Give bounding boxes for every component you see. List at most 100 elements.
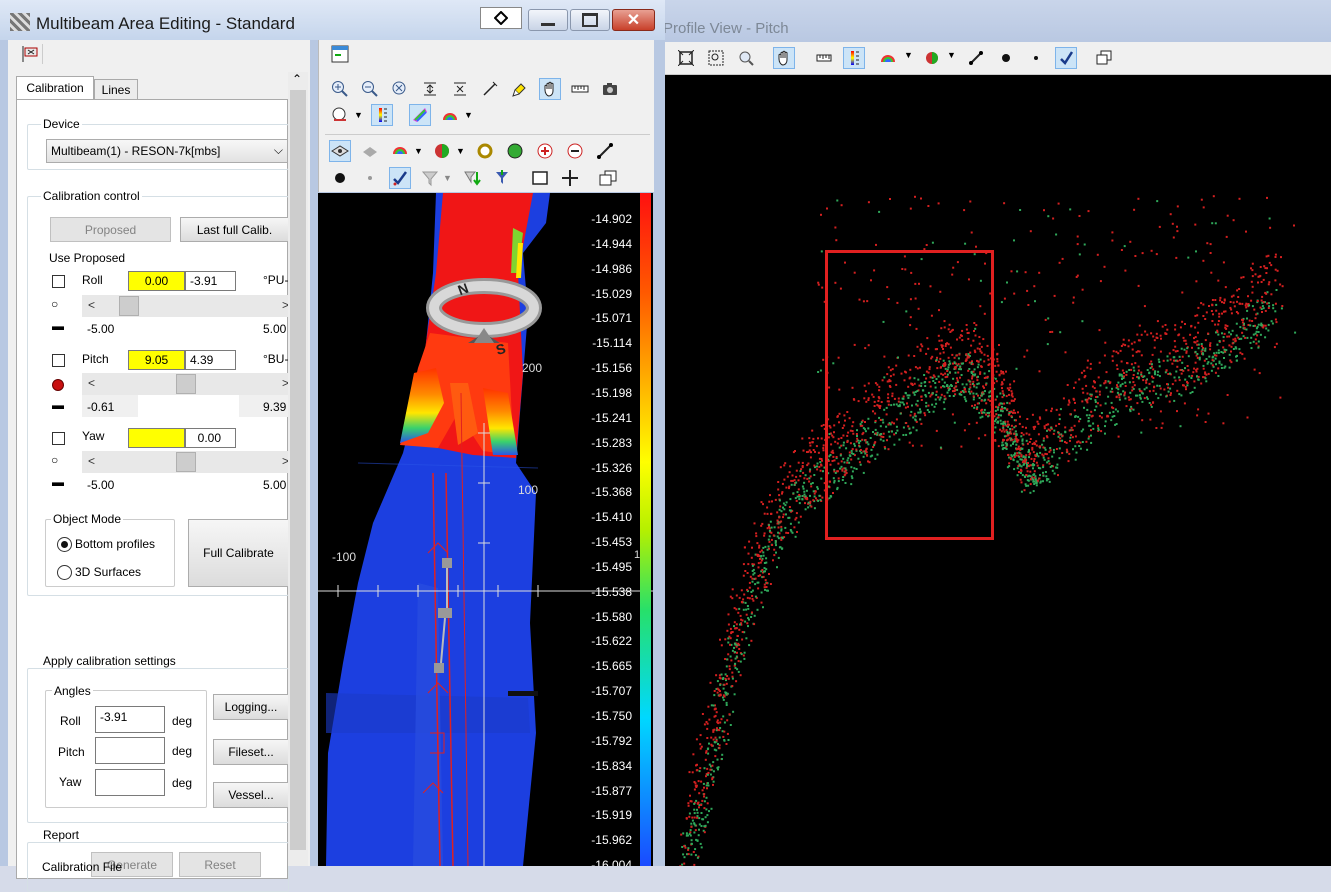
zoom-box-icon[interactable] bbox=[705, 47, 727, 69]
measure-ruler-icon[interactable] bbox=[569, 78, 591, 100]
vertical-compress-icon[interactable] bbox=[449, 78, 471, 100]
scrollbar-thumb[interactable] bbox=[290, 90, 306, 850]
chevron-down-icon[interactable]: ▼ bbox=[947, 50, 956, 60]
proposed-button[interactable]: Proposed bbox=[50, 217, 171, 242]
chevron-down-icon[interactable]: ▼ bbox=[354, 110, 363, 120]
apply-pitch-input[interactable] bbox=[95, 737, 165, 764]
surface-gray-icon[interactable] bbox=[359, 140, 381, 162]
logging-button[interactable]: Logging... bbox=[213, 694, 289, 720]
chevron-down-icon[interactable]: ▼ bbox=[414, 146, 423, 156]
reset-button[interactable]: Reset bbox=[179, 852, 261, 877]
shading-icon[interactable] bbox=[431, 140, 453, 162]
tab-calibration[interactable]: Calibration bbox=[16, 76, 94, 99]
pitch-value-input[interactable]: 4.39 bbox=[185, 350, 236, 370]
rainbow-palette-icon[interactable] bbox=[409, 104, 431, 126]
slider-left-arrow-icon[interactable]: < bbox=[88, 376, 95, 390]
yaw-checkbox[interactable] bbox=[52, 432, 65, 445]
filter-down-icon[interactable] bbox=[461, 167, 483, 189]
pointer-tool-icon[interactable] bbox=[479, 78, 501, 100]
vessel-button[interactable]: Vessel... bbox=[213, 782, 289, 808]
last-full-calib-button[interactable]: Last full Calib. bbox=[180, 217, 289, 242]
pan-hand-icon[interactable] bbox=[773, 47, 795, 69]
profile-chart-icon[interactable] bbox=[329, 104, 351, 126]
chevron-down-icon[interactable]: ▼ bbox=[464, 110, 473, 120]
slider-left-arrow-icon[interactable]: < bbox=[88, 454, 95, 468]
crosshair-icon[interactable] bbox=[559, 167, 581, 189]
color-palette-icon[interactable] bbox=[439, 104, 461, 126]
profile-point-red bbox=[680, 834, 682, 836]
ring-yellow-icon[interactable] bbox=[474, 140, 496, 162]
line-tool-icon[interactable] bbox=[965, 47, 987, 69]
line-tool-icon[interactable] bbox=[594, 140, 616, 162]
camera-icon[interactable] bbox=[599, 78, 621, 100]
vertical-expand-icon[interactable] bbox=[419, 78, 441, 100]
roll-slider-thumb[interactable] bbox=[119, 296, 139, 316]
radio-hollow-icon[interactable]: ○ bbox=[51, 453, 58, 467]
validate-check-icon[interactable] bbox=[1055, 47, 1077, 69]
pitch-slider-thumb[interactable] bbox=[176, 374, 196, 394]
fit-extent-icon[interactable] bbox=[675, 47, 697, 69]
color-scale-icon[interactable] bbox=[843, 47, 865, 69]
yaw-slider-thumb[interactable] bbox=[176, 452, 196, 472]
windows-icon[interactable] bbox=[1093, 47, 1115, 69]
profile-point-red bbox=[1185, 343, 1187, 345]
radio-3d-surfaces[interactable] bbox=[57, 565, 72, 580]
measure-ruler-icon[interactable] bbox=[813, 47, 835, 69]
yaw-slider[interactable]: < > bbox=[82, 451, 289, 473]
zoom-out-icon[interactable] bbox=[359, 78, 381, 100]
pan-hand-icon[interactable] bbox=[539, 78, 561, 100]
roll-value-input[interactable]: -3.91 bbox=[185, 271, 236, 291]
full-calibrate-button[interactable]: Full Calibrate bbox=[188, 519, 289, 587]
yaw-value-input[interactable]: 0.00 bbox=[185, 428, 236, 448]
pitch-slider[interactable]: < > bbox=[82, 373, 289, 395]
roll-checkbox[interactable] bbox=[52, 275, 65, 288]
slider-left-arrow-icon[interactable]: < bbox=[88, 298, 95, 312]
fileset-button[interactable]: Fileset... bbox=[213, 739, 289, 765]
highlight-tool-icon[interactable] bbox=[509, 78, 531, 100]
big-point-icon[interactable] bbox=[329, 167, 351, 189]
chevron-down-icon[interactable]: ▼ bbox=[456, 146, 465, 156]
map-layer-icon[interactable] bbox=[329, 43, 351, 65]
apply-yaw-input[interactable] bbox=[95, 769, 165, 796]
big-point-icon[interactable] bbox=[995, 47, 1017, 69]
device-select[interactable]: Multibeam(1) - RESON-7k[mbs] ⌵ bbox=[46, 139, 288, 163]
pin-icon[interactable] bbox=[480, 7, 522, 29]
dot-green-icon[interactable] bbox=[504, 140, 526, 162]
zoom-all-icon[interactable] bbox=[735, 47, 757, 69]
panel-toolbar-icon[interactable] bbox=[20, 44, 43, 64]
scroll-up-arrow-icon[interactable]: ⌃ bbox=[292, 72, 302, 86]
small-point-icon[interactable] bbox=[359, 167, 381, 189]
maximize-button[interactable] bbox=[570, 9, 610, 31]
rectangle-select-icon[interactable] bbox=[529, 167, 551, 189]
profile-point-outlier bbox=[1229, 360, 1231, 362]
map-view[interactable]: N S 200 100 -100 1 -14.902-14.944-14.986… bbox=[318, 193, 653, 866]
view-3d-icon[interactable] bbox=[329, 140, 351, 162]
radio-bottom-profiles[interactable] bbox=[57, 537, 72, 552]
zoom-in-icon[interactable] bbox=[329, 78, 351, 100]
close-button[interactable]: ✕ bbox=[612, 9, 655, 31]
radio-filled-red-icon[interactable] bbox=[52, 379, 64, 391]
tab-lines[interactable]: Lines bbox=[94, 79, 138, 99]
chevron-down-icon[interactable]: ▼ bbox=[904, 50, 913, 60]
radio-hollow-icon[interactable]: ○ bbox=[51, 297, 58, 311]
roll-slider[interactable]: < > bbox=[82, 295, 289, 317]
color-scale-icon[interactable] bbox=[371, 104, 393, 126]
windows-icon[interactable] bbox=[597, 167, 619, 189]
pitch-checkbox[interactable] bbox=[52, 354, 65, 367]
color-palette-icon[interactable] bbox=[877, 47, 899, 69]
zoom-extent-icon[interactable] bbox=[389, 78, 411, 100]
color-palette-icon[interactable] bbox=[389, 140, 411, 162]
add-point-icon[interactable] bbox=[534, 140, 556, 162]
chevron-down-icon[interactable]: ▼ bbox=[443, 173, 452, 183]
small-point-icon[interactable] bbox=[1025, 47, 1047, 69]
minimize-button[interactable] bbox=[528, 9, 568, 31]
validate-check-icon[interactable] bbox=[389, 167, 411, 189]
filter-apply-icon[interactable] bbox=[491, 167, 513, 189]
shading-icon[interactable] bbox=[921, 47, 943, 69]
remove-point-icon[interactable] bbox=[564, 140, 586, 162]
profile-canvas[interactable] bbox=[665, 75, 1331, 866]
apply-roll-input[interactable]: -3.91 bbox=[95, 706, 165, 733]
profile-point-red bbox=[766, 507, 768, 509]
panel-scrollbar[interactable]: ⌃ bbox=[288, 72, 308, 866]
filter-icon[interactable] bbox=[419, 167, 441, 189]
